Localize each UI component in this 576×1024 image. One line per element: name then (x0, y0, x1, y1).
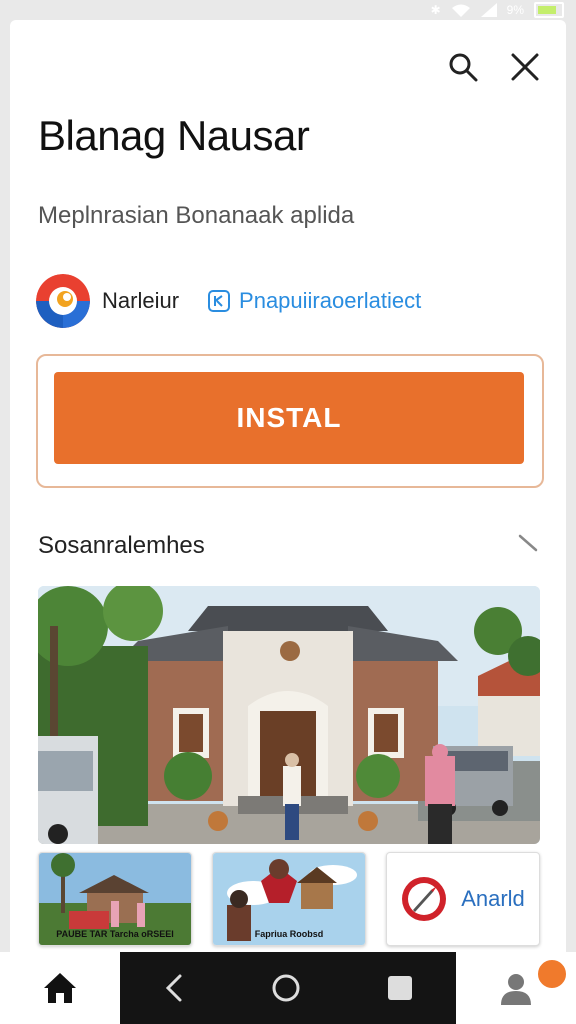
app-title: Blanag Nausar (38, 112, 310, 159)
expand-arrow-icon[interactable] (518, 534, 538, 554)
rocket-logo-icon (402, 877, 447, 921)
link-badge-icon (208, 290, 231, 312)
developer-logo (36, 274, 90, 328)
status-icons: ✱ 9% (431, 2, 564, 18)
battery-text: 9% (506, 3, 524, 17)
thumbnail-strip: PAUBE TAR Tarcha oRSEEI Fapriua Roobsd A… (38, 852, 540, 948)
close-icon (511, 53, 539, 81)
app-subtitle: Meplnrasian Bonanaak aplida (38, 202, 355, 229)
thumbnail-1-caption: PAUBE TAR Tarcha oRSEEI (56, 929, 174, 939)
thumbnail-3[interactable]: Anarld (386, 852, 540, 946)
system-nav-bar (120, 952, 456, 1024)
bluetooth-icon: ✱ (430, 3, 441, 17)
install-frame: INSTAL (36, 354, 544, 488)
app-detail-card: Blanag Nausar Meplnrasian Bonanaak aplid… (10, 20, 566, 960)
search-button[interactable] (446, 50, 480, 84)
developer-link[interactable]: Pnapuiiraoerlatiect (207, 288, 421, 314)
thumbnail-2[interactable]: Fapriua Roobsd (212, 852, 366, 946)
profile-icon (501, 974, 531, 1005)
section-title: Sosanralemhes (38, 532, 205, 559)
notification-badge-icon (536, 958, 568, 990)
thumbnail-3-label: Anarld (461, 886, 525, 911)
wifi-icon (451, 4, 470, 17)
thumbnail-2-caption: Fapriua Roobsd (254, 929, 324, 939)
signal-icon (480, 3, 497, 17)
thumbnail-1[interactable]: PAUBE TAR Tarcha oRSEEI (38, 852, 192, 946)
home-icon (44, 973, 76, 1003)
recents-icon[interactable] (386, 974, 414, 1002)
nav-home[interactable] (0, 952, 120, 1024)
battery-icon (534, 2, 564, 18)
bottom-navigation (0, 952, 576, 1024)
developer-row: Narleiur Pnapuiiraoerlatiect (36, 274, 421, 328)
nav-profile[interactable] (456, 952, 576, 1024)
home-circle-icon[interactable] (270, 972, 302, 1004)
search-icon (449, 53, 478, 82)
developer-link-label: Pnapuiiraoerlatiect (239, 288, 422, 313)
close-button[interactable] (508, 50, 542, 84)
install-button[interactable]: INSTAL (54, 372, 524, 464)
screenshot-main[interactable] (38, 586, 540, 844)
developer-name[interactable]: Narleiur (102, 288, 179, 314)
status-bar: ✱ 9% (0, 0, 576, 20)
back-icon[interactable] (162, 973, 186, 1003)
top-actions (446, 50, 542, 84)
house-photo (38, 586, 540, 844)
